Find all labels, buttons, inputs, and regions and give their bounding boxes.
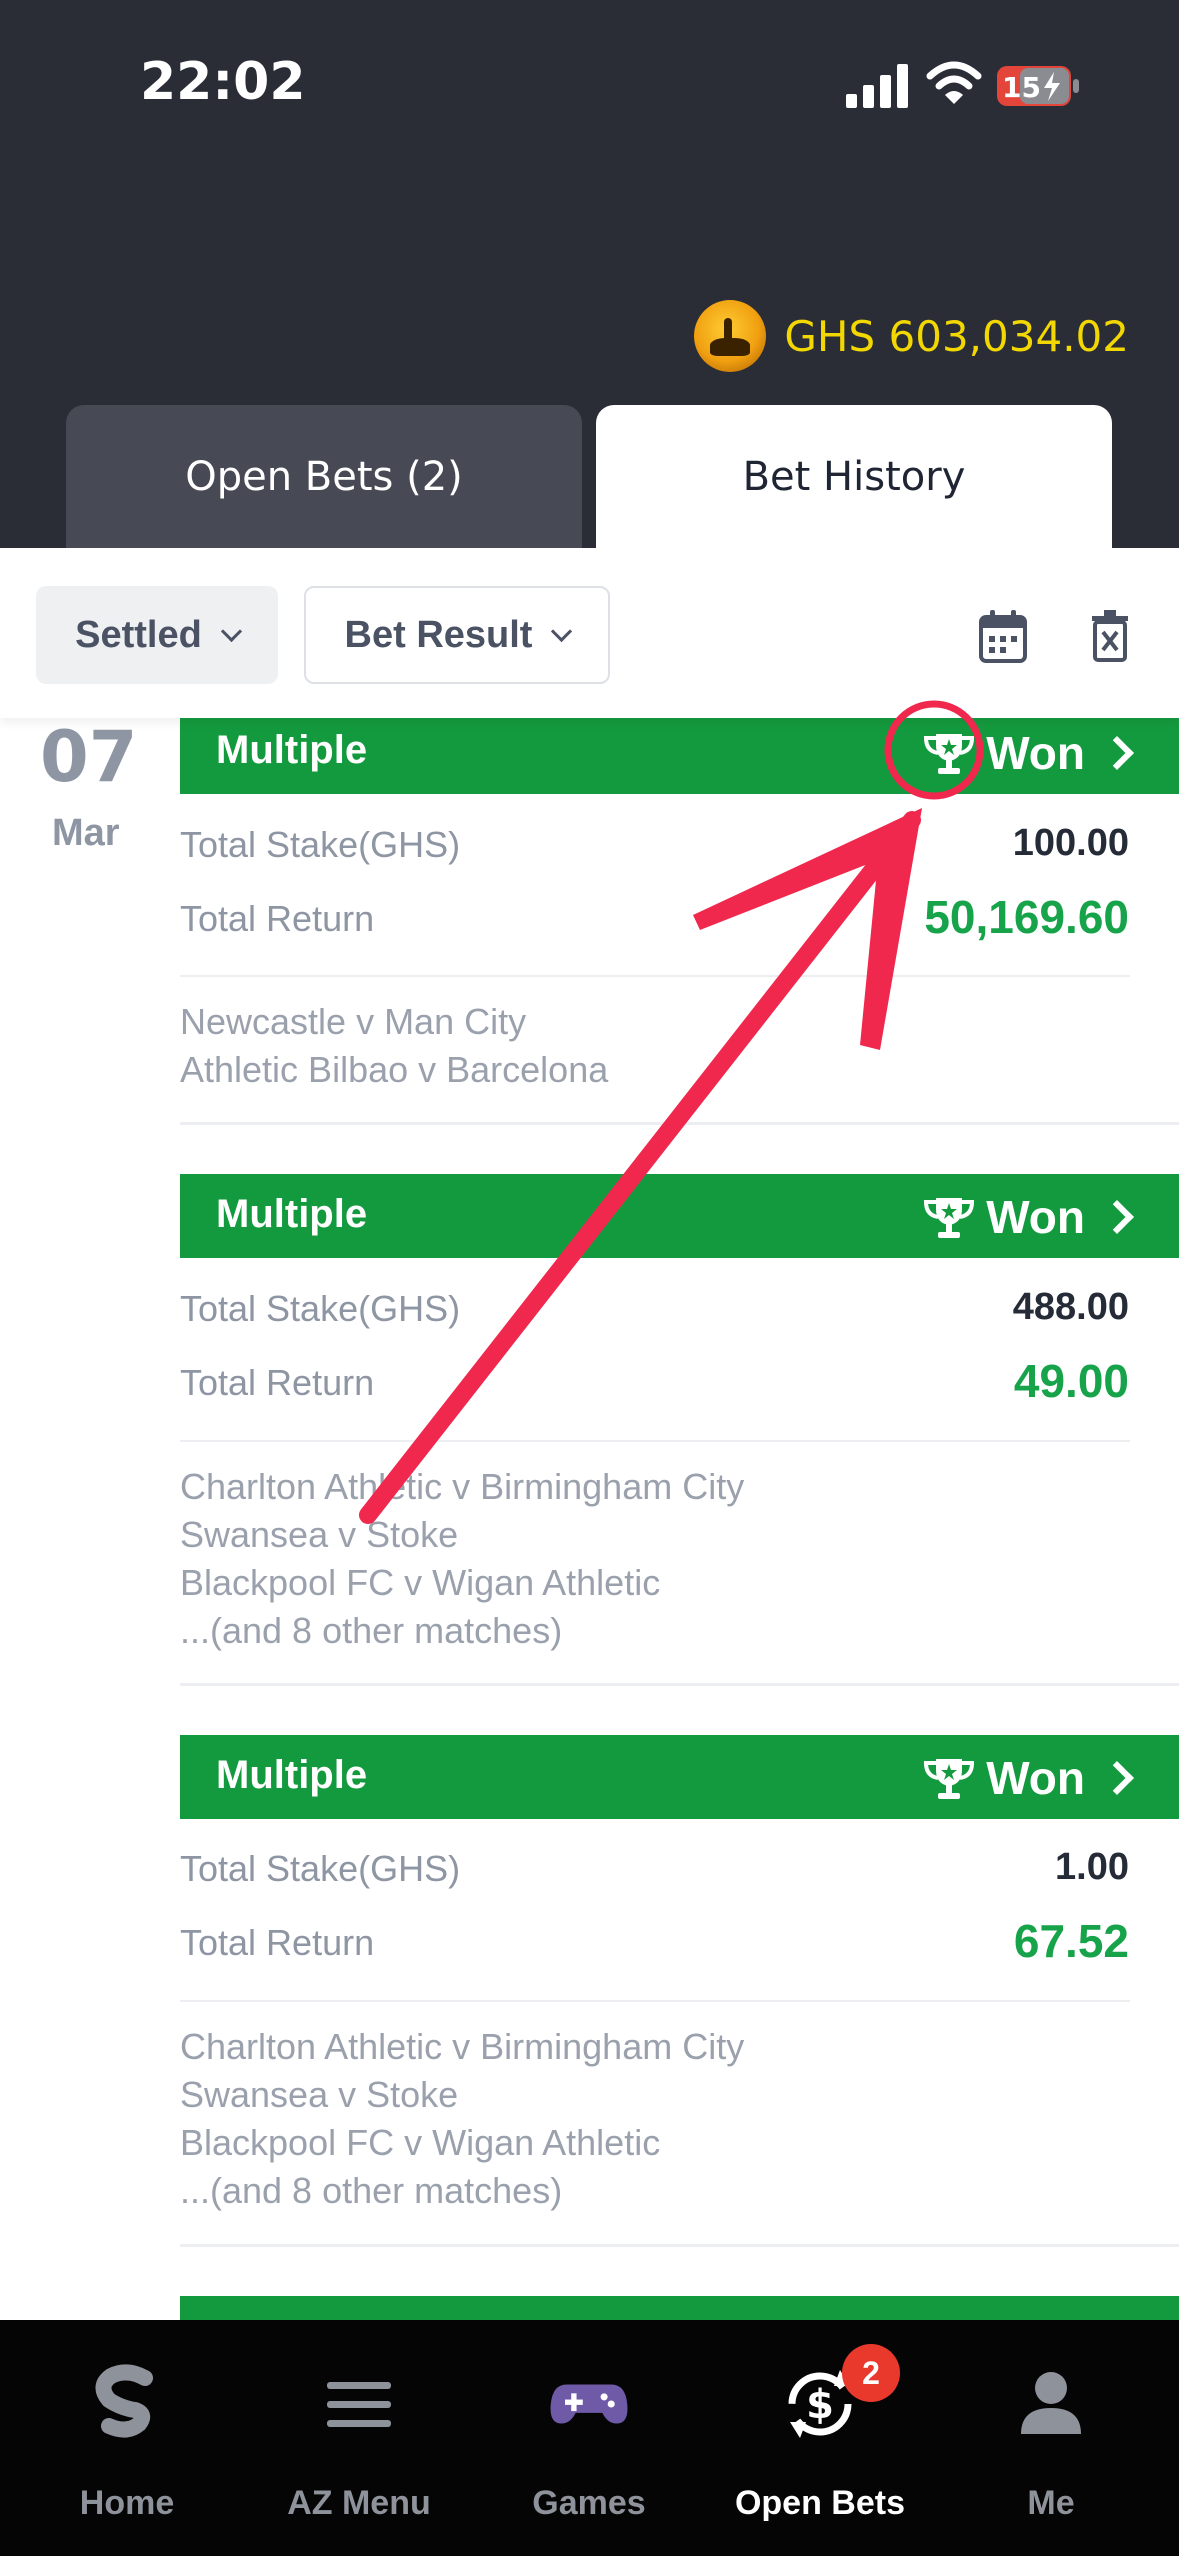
total-stake-value: 488.00 [1012, 1286, 1129, 1328]
total-stake-label: Total Stake(GHS) [180, 1848, 461, 1889]
nav-label: Games [532, 2484, 646, 2522]
nav-label: Me [1027, 2484, 1075, 2522]
bet-card-header[interactable]: Multiple Won [180, 1174, 1179, 1258]
clear-history-icon[interactable] [1088, 608, 1132, 664]
nav-label: Open Bets [734, 2484, 906, 2522]
bet-result-filter-label: Bet Result [344, 613, 533, 656]
divider [180, 1440, 1130, 1442]
match-item: Newcastle v Man City [180, 1001, 527, 1042]
nav-label: AZ Menu [287, 2484, 431, 2522]
match-list: Charlton Athletic v Birmingham City Swan… [180, 2023, 744, 2215]
cellular-signal-icon [846, 64, 908, 108]
total-stake-value: 100.00 [1012, 822, 1129, 864]
bottom-nav: Home AZ Menu Games $ 2 Open Bets Me [0, 2320, 1179, 2556]
battery-icon: 15 [997, 66, 1079, 106]
trophy-icon [924, 1759, 975, 1799]
card-separator [180, 2244, 1179, 2247]
chevron-right-icon [1100, 736, 1134, 770]
app-header: 22:02 15 GHS 603,034.02 Open Bets (2) Be… [0, 0, 1179, 548]
won-label: Won [986, 727, 1085, 779]
match-item: Swansea v Stoke [180, 1514, 459, 1555]
bet-result[interactable]: Won [922, 1751, 1134, 1805]
chevron-right-icon [1100, 1761, 1134, 1795]
calendar-icon[interactable] [978, 608, 1028, 664]
match-item: Athletic Bilbao v Barcelona [180, 1049, 609, 1090]
nav-label: Home [79, 2484, 175, 2522]
nav-home[interactable]: Home [27, 2320, 227, 2556]
gamepad-icon [550, 2384, 628, 2424]
match-list: Charlton Athletic v Birmingham City Swan… [180, 1463, 744, 1655]
bet-card-header[interactable]: Multiple Won [180, 710, 1179, 794]
nav-games[interactable]: Games [489, 2320, 689, 2556]
avatar[interactable] [694, 300, 767, 372]
trophy-icon [924, 734, 975, 774]
total-return-value: 50,169.60 [924, 891, 1129, 943]
bet-result-filter-dropdown[interactable]: Bet Result [304, 586, 610, 684]
card-separator [180, 1683, 1179, 1686]
bet-result[interactable]: Won [922, 1190, 1134, 1244]
settled-filter-dropdown[interactable]: Settled [36, 586, 278, 684]
match-item: Blackpool FC v Wigan Athletic [180, 2122, 661, 2163]
tab-bet-history[interactable]: Bet History [596, 405, 1112, 548]
chevron-down-icon [220, 620, 242, 642]
total-return-label: Total Return [180, 898, 375, 939]
match-list: Newcastle v Man City Athletic Bilbao v B… [180, 998, 608, 1094]
filter-bar: Settled Bet Result [0, 548, 1179, 718]
match-item: Blackpool FC v Wigan Athletic [180, 1562, 661, 1603]
nav-open-bets[interactable]: $ 2 Open Bets [720, 2320, 920, 2556]
bet-result[interactable]: Won [922, 726, 1134, 780]
match-item: ...(and 8 other matches) [180, 2170, 563, 2211]
match-item: Charlton Athletic v Birmingham City [180, 2026, 745, 2067]
account-balance[interactable]: GHS 603,034.02 [694, 300, 1129, 372]
user-icon [1021, 2372, 1081, 2434]
open-bets-badge: 2 [842, 2344, 900, 2402]
total-return-label: Total Return [180, 1922, 375, 1963]
match-item: Swansea v Stoke [180, 2074, 459, 2115]
balance-amount: GHS 603,034.02 [784, 311, 1129, 361]
divider [180, 2000, 1130, 2002]
status-time: 22:02 [140, 52, 306, 112]
won-label: Won [986, 1752, 1085, 1804]
total-stake-label: Total Stake(GHS) [180, 824, 461, 865]
bet-type: Multiple [216, 1753, 368, 1797]
bet-card-header[interactable] [180, 2296, 1179, 2320]
settled-filter-label: Settled [75, 613, 202, 656]
date-month: Mar [52, 812, 120, 854]
nav-az-menu[interactable]: AZ Menu [259, 2320, 459, 2556]
bet-type: Multiple [216, 1192, 368, 1236]
match-item: Charlton Athletic v Birmingham City [180, 1466, 745, 1507]
total-stake-label: Total Stake(GHS) [180, 1288, 461, 1329]
chevron-right-icon [1100, 1200, 1134, 1234]
svg-text:$: $ [806, 2382, 834, 2428]
bet-card-header[interactable]: Multiple Won [180, 1735, 1179, 1819]
hamburger-menu-icon [327, 2382, 391, 2427]
total-return-label: Total Return [180, 1362, 375, 1403]
sporty-logo-icon [95, 2364, 153, 2438]
match-item: ...(and 8 other matches) [180, 1610, 563, 1651]
total-return-value: 67.52 [1013, 1915, 1129, 1967]
battery-level: 15 [1002, 71, 1041, 104]
nav-me[interactable]: Me [951, 2320, 1151, 2556]
tab-open-bets[interactable]: Open Bets (2) [66, 405, 582, 548]
card-separator [180, 1122, 1179, 1125]
divider [180, 975, 1130, 977]
total-return-value: 49.00 [1013, 1355, 1129, 1407]
chevron-down-icon [551, 620, 573, 642]
wifi-icon [926, 61, 982, 104]
date-day: 07 [40, 716, 138, 798]
bet-type: Multiple [216, 728, 368, 772]
won-label: Won [986, 1191, 1085, 1243]
trophy-icon [924, 1198, 975, 1238]
total-stake-value: 1.00 [1055, 1846, 1129, 1888]
